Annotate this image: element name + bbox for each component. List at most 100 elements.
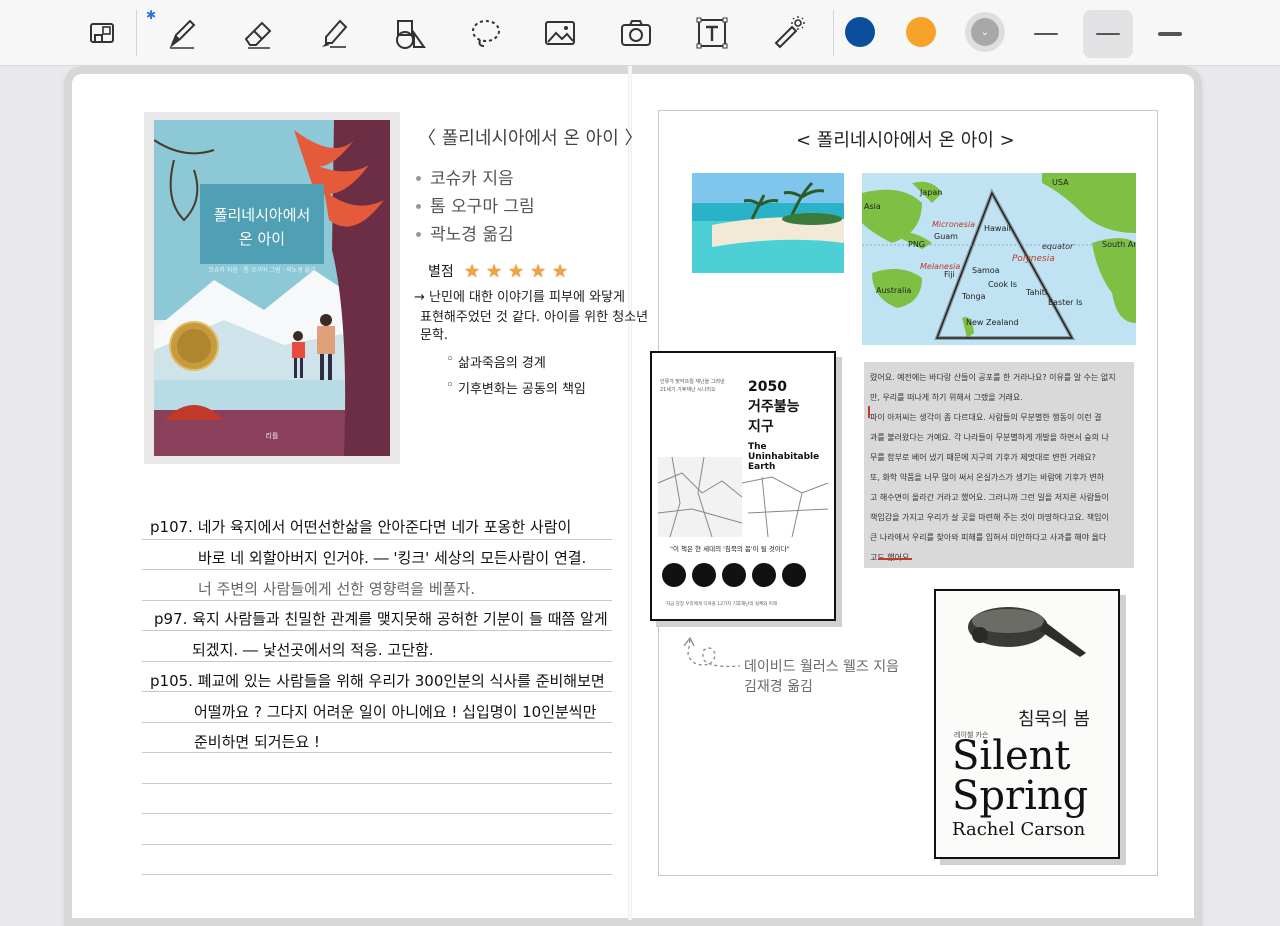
rating-label: 별점 (428, 264, 454, 280)
ruled-line (142, 691, 612, 692)
bullet-item: 삶과죽음의 경계 (458, 356, 546, 371)
bullet-item: 기후변화는 공동의 책임 (458, 382, 586, 397)
ruled-line (142, 539, 612, 540)
bullet-dot (416, 232, 421, 237)
author-en: Rachel Carson (952, 819, 1086, 840)
curved-arrow-icon (683, 636, 741, 668)
bullet-open-icon: ◦ (446, 378, 454, 393)
map-label: Guam (934, 232, 958, 241)
map-label: Cook Is (988, 280, 1017, 289)
text-line: 만, 우리를 떠나게 하기 위해서 그랬을 거래요. (870, 393, 1023, 402)
highlighter-icon[interactable] (310, 10, 358, 56)
map-label: Polynesia (1012, 254, 1055, 264)
text-box-icon[interactable] (688, 10, 736, 56)
review-line: 표현해주었던 것 같다. 아이를 위한 청소년 (420, 310, 649, 325)
map-label: Tahiti (1025, 288, 1047, 297)
eraser-icon[interactable] (234, 10, 282, 56)
laser-pointer-icon[interactable] (764, 10, 812, 56)
map-label: South America (1102, 240, 1136, 249)
book-cover-2050[interactable]: 인류가 맞닥뜨릴 재난을 그려낸 21세기 기후재난 시나리오 2050 거주불… (650, 351, 836, 621)
book-text-photo[interactable]: 렸어요. 예전에는 바다랑 산들이 공포를 한 거라나요? 이유를 알 수는 없… (864, 362, 1134, 568)
book-cover-polynesia[interactable]: 폴리네시아에서 온 아이 코슈카 지음 · 톰 오구마 그림 · 곽노경 옮김 … (144, 112, 400, 464)
polynesia-map[interactable]: Japan USA Asia Micronesia Hawaii Guam PN… (862, 173, 1136, 345)
bluetooth-icon: ✱ (146, 8, 157, 22)
ruled-line (142, 630, 612, 631)
bullet-dot (416, 176, 421, 181)
bullet-dot (416, 204, 421, 209)
star-icon: ★ (552, 261, 569, 282)
review-line: → 난민에 대한 이야기를 피부에 와닿게 (414, 290, 625, 305)
cover-subtitle: Earth (748, 462, 775, 472)
image-icon[interactable] (536, 10, 584, 56)
ruled-line (142, 661, 612, 662)
title-spring: Spring (952, 773, 1088, 819)
note-line: 준비하면 되거든요 ! (194, 733, 320, 751)
toolbar-divider (136, 10, 137, 56)
review-line: 문학. (420, 328, 449, 343)
cover-quote: "이 책은 현 세대의 '침묵의 봄'이 될 것이다" (670, 544, 790, 553)
cover-subtitle: The (748, 442, 767, 452)
map-label: Japan (919, 188, 942, 197)
meta-illustrator: 톰 오구마 그림 (430, 197, 535, 217)
color-swatch-gray-selected[interactable]: ⌄ (965, 12, 1005, 52)
notebook-spine (628, 66, 632, 920)
note-line: p107. 네가 육지에서 어떤선한삶을 안아준다면 네가 포옹한 사람이 (150, 518, 572, 536)
color-swatch-blue[interactable] (845, 17, 875, 47)
map-label: New Zealand (966, 318, 1019, 327)
text-line: 무를 함부로 베어 냈기 때문에 지구의 기후가 제멋대로 변한 거래요? (870, 453, 1096, 462)
ruled-line (142, 783, 612, 784)
meta-author: 코슈카 지음 (430, 169, 514, 189)
map-label: Asia (864, 202, 881, 211)
star-icon: ★ (508, 261, 525, 282)
attribution-translator: 김재경 옮김 (744, 679, 813, 695)
page-layout-icon[interactable] (78, 10, 126, 56)
text-line: 큰 나라에서 우리를 찾아와 피해를 입혀서 미안하다고 사과를 해야 옳다 (870, 533, 1107, 542)
ruled-line (142, 600, 612, 601)
map-label: Samoa (972, 266, 1000, 275)
cover-footer: 지금 당장 우리에게 닥쳐올 12가지 기후재난의 실체와 미래 (666, 600, 777, 607)
note-line: p97. 육지 사람들과 친밀한 관계를 맺지못해 공허한 기분이 들 때쯤 알… (154, 610, 608, 628)
ruled-line (142, 752, 612, 753)
note-line: 되겠지. ― 낯선곳에서의 적응. 고단함. (192, 641, 434, 659)
chevron-down-icon: ⌄ (971, 18, 999, 46)
pen-icon[interactable] (158, 10, 206, 56)
text-line: 과를 불러왔다는 거예요. 각 나라들이 무분별하게 개발을 하면서 숲의 나 (870, 433, 1109, 442)
star-icon: ★ (486, 261, 503, 282)
map-label: Australia (876, 286, 911, 295)
lasso-icon[interactable] (462, 10, 510, 56)
stroke-thick[interactable] (1145, 10, 1195, 58)
stroke-thin[interactable] (1021, 10, 1071, 58)
toolbar-divider (833, 10, 834, 56)
note-line: p105. 폐교에 있는 사람들을 위해 우리가 300인분의 식사를 준비해보… (150, 672, 605, 690)
map-label: PNG (908, 240, 925, 249)
note-line: 어떨까요 ? 그다지 어려운 일이 아니에요 ! 십입명이 10인분씩만 (194, 703, 597, 721)
color-swatch-orange[interactable] (906, 17, 936, 47)
star-icon: ★ (530, 261, 547, 282)
book-cover-silent-spring[interactable]: 레이첼 카슨 침묵의 봄 Silent Spring Rachel Carson (934, 589, 1120, 859)
beach-photo[interactable] (692, 173, 844, 273)
bullet-open-icon: ◦ (446, 352, 454, 367)
text-line: 고 해수면이 올라간 거라고 했어요. 그러니까 그런 일을 저지른 사람들이 (870, 493, 1109, 502)
ruled-line (142, 874, 612, 875)
cover-title-line2: 온 아이 (239, 230, 285, 248)
meta-translator: 곽노경 옮김 (430, 225, 514, 245)
text-line: 렸어요. 예전에는 바다랑 산들이 공포를 한 거라나요? 이유를 알 수는 없… (870, 373, 1116, 382)
stroke-medium[interactable] (1083, 10, 1133, 58)
map-label: Fiji (944, 270, 955, 279)
map-label: Tonga (961, 292, 986, 301)
note-line: 너 주변의 사람들에게 선한 영향력을 베풀자. (198, 580, 476, 598)
ruled-line (142, 569, 612, 570)
shapes-icon[interactable] (386, 10, 434, 56)
cover-title: 2050 (748, 379, 787, 395)
cover-byline: 코슈카 지음 · 톰 오구마 그림 · 곽노경 옮김 (208, 266, 315, 274)
text-line: 책임감을 가지고 우리가 살 곳을 마련해 주는 것이 마땅하다고요. 책임이 (870, 513, 1109, 522)
map-label: Easter Is (1048, 298, 1083, 307)
toolbar: ✱ ⌄ (0, 0, 1280, 66)
korean-title: 침묵의 봄 (1018, 709, 1090, 730)
map-label: USA (1052, 178, 1069, 187)
right-page-title: < 폴리네시아에서 온 아이 > (796, 130, 1015, 151)
camera-icon[interactable] (612, 10, 660, 56)
map-label: Micronesia (932, 220, 975, 229)
cover-title-line1: 폴리네시아에서 (214, 206, 311, 224)
cover-publisher: 리틀 (266, 431, 279, 440)
